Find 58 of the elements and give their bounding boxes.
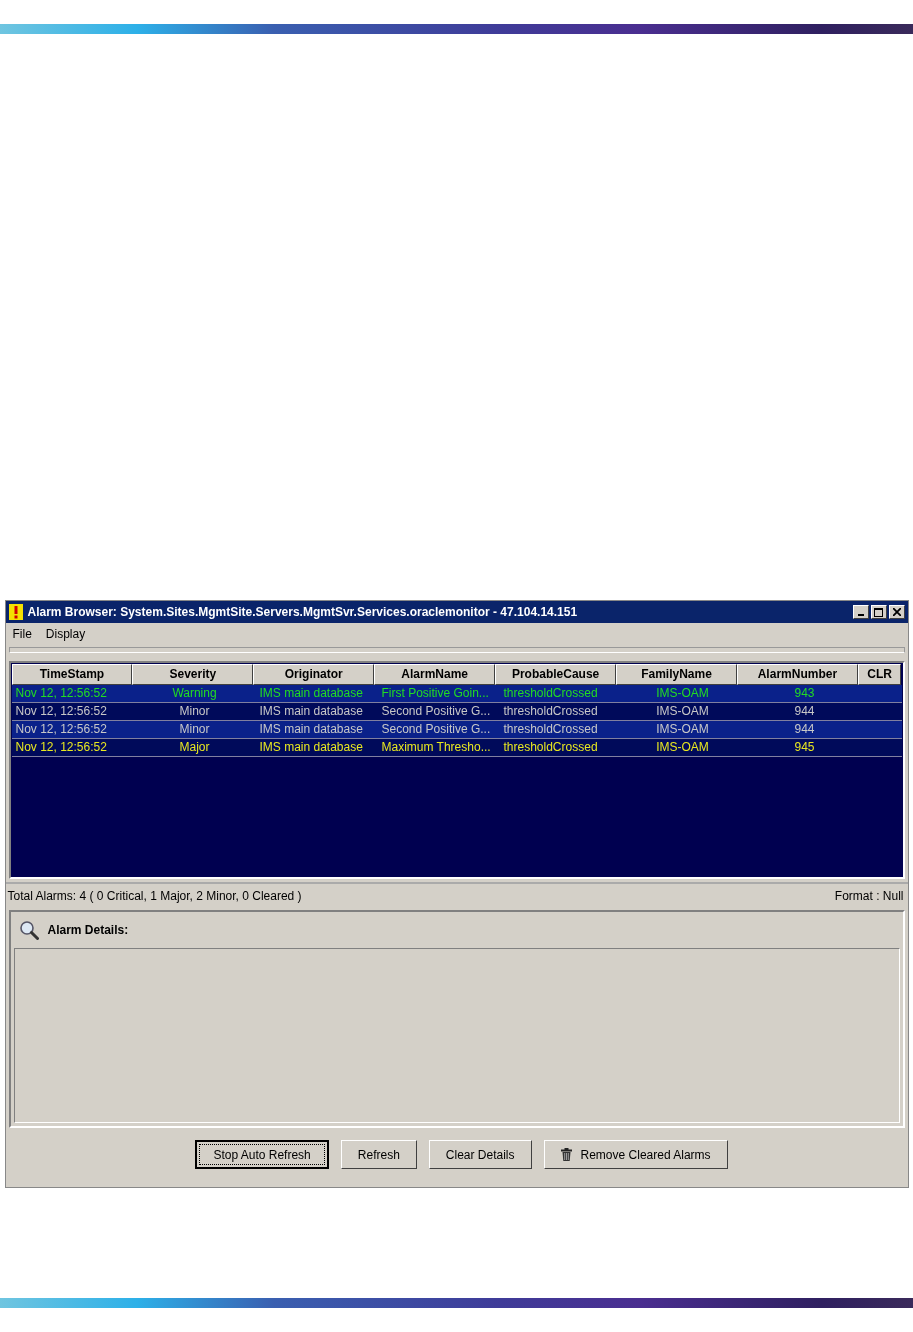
table-cell-text: Nov 12, 12:56:52: [14, 721, 108, 738]
action-button[interactable]: Refresh: [340, 1140, 417, 1169]
trash-icon: [560, 1148, 572, 1161]
column-header[interactable]: TimeStamp: [11, 664, 133, 685]
table-cell-text: Second Positive G...: [380, 703, 492, 720]
column-header[interactable]: FamilyName: [616, 664, 737, 685]
table-cell-text: IMS main database: [258, 739, 364, 756]
table-cell-text: Warning: [171, 685, 218, 702]
table-cell-text: Minor: [178, 721, 211, 738]
format-text: Format : Null: [834, 889, 904, 903]
table-cell-text: IMS main database: [258, 685, 364, 702]
table-cell-text: thresholdCrossed: [502, 739, 599, 756]
close-button[interactable]: [888, 605, 905, 619]
table-cell-text: Major: [178, 739, 211, 756]
action-button[interactable]: Stop Auto Refresh: [195, 1140, 329, 1169]
minimize-button[interactable]: [852, 605, 869, 619]
column-header[interactable]: Originator: [253, 664, 375, 685]
table-cell-text: Minor: [178, 703, 211, 720]
menu-item[interactable]: Display: [45, 627, 86, 641]
action-button[interactable]: Clear Details: [428, 1140, 532, 1169]
table-cell-text: IMS-OAM: [655, 721, 710, 738]
table-cell-text: 945: [793, 739, 816, 756]
table-cell-text: Nov 12, 12:56:52: [14, 739, 108, 756]
remove-button[interactable]: Remove Cleared Alarms: [543, 1140, 728, 1169]
table-cell-text: Nov 12, 12:56:52: [14, 685, 108, 702]
table-cell-text: thresholdCrossed: [502, 721, 599, 738]
table-cell-text: thresholdCrossed: [502, 703, 599, 720]
warning-icon: [8, 604, 23, 620]
table-row[interactable]: Nov 12, 12:56:52 Minor IMS main database Second Positive G... thresholdCrossed IMS-OAM 944: [11, 721, 902, 739]
table-row[interactable]: Nov 12, 12:56:52 Warning IMS main database First Positive Goin... thresholdCrossed IMS-OAM 943: [11, 685, 902, 703]
table-cell-text: Second Positive G...: [380, 721, 492, 738]
table-cell-text: Maximum Thresho...: [380, 739, 492, 756]
table-row[interactable]: Nov 12, 12:56:52 Minor IMS main database Second Positive G... thresholdCrossed IMS-OAM 944: [11, 703, 902, 721]
table-cell-text: 944: [793, 721, 816, 738]
table-cell-text: IMS main database: [258, 703, 364, 720]
table-cell-text: thresholdCrossed: [502, 685, 599, 702]
menu-item[interactable]: File: [12, 627, 32, 641]
column-header[interactable]: AlarmName: [374, 664, 496, 685]
table-cell-text: First Positive Goin...: [380, 685, 490, 702]
magnifier-icon: [18, 920, 39, 940]
table-cell-text: IMS-OAM: [655, 703, 710, 720]
table-cell-text: IMS-OAM: [655, 685, 710, 702]
maximize-button[interactable]: [870, 605, 887, 619]
table-cell-text: Nov 12, 12:56:52: [14, 703, 108, 720]
table-row[interactable]: Nov 12, 12:56:52 Major IMS main database Maximum Thresho... thresholdCrossed IMS-OAM 945: [11, 739, 902, 757]
window-title: Alarm Browser: System.Sites.MgmtSite.Servers.MgmtSvr.Services.oraclemonitor - 47.104.14.151: [27, 605, 579, 619]
table-cell-text: 944: [793, 703, 816, 720]
maximize-icon: [874, 607, 883, 617]
column-header[interactable]: Severity: [132, 664, 254, 685]
details-title: Alarm Details:: [47, 923, 129, 937]
column-header[interactable]: ProbableCause: [495, 664, 617, 685]
column-header[interactable]: AlarmNumber: [736, 664, 858, 685]
close-icon: [892, 608, 901, 616]
table-cell-text: IMS-OAM: [655, 739, 710, 756]
table-cell-text: 943: [793, 685, 816, 702]
table-cell-text: IMS main database: [258, 721, 364, 738]
status-text: Total Alarms: 4 ( 0 Critical, 1 Major, 2 Minor, 0 Cleared ): [7, 889, 302, 903]
column-header[interactable]: CLR: [857, 664, 902, 685]
